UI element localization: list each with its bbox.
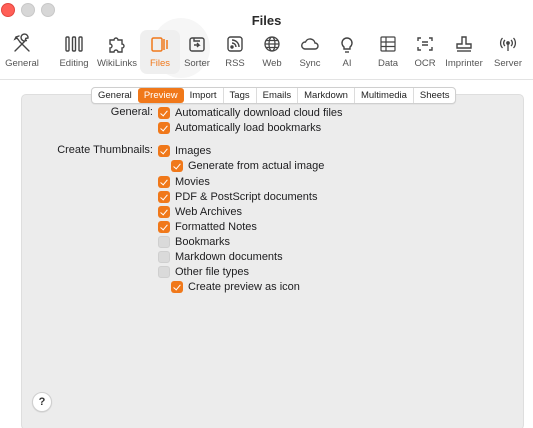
tab-multimedia[interactable]: Multimedia — [353, 88, 413, 103]
title-bar: Files — [0, 0, 533, 28]
option-label: PDF & PostScript documents — [175, 191, 318, 203]
option-generate-from-actual-image[interactable]: Generate from actual image — [171, 158, 324, 174]
option-label: Create preview as icon — [188, 281, 300, 293]
option-label: Bookmarks — [175, 236, 231, 248]
option-movies[interactable]: Movies — [158, 174, 210, 190]
section-tabs: General Preview Import Tags Emails Markd… — [91, 87, 457, 104]
checkbox[interactable] — [158, 107, 170, 119]
option-label: Other file types — [175, 266, 249, 278]
option-formatted-notes[interactable]: Formatted Notes — [158, 219, 257, 235]
toolbar-ai[interactable]: AI — [325, 30, 369, 74]
cloud-icon — [299, 33, 321, 55]
puzzle-icon — [106, 33, 128, 55]
rss-icon — [224, 33, 246, 55]
ocr-scan-icon — [414, 33, 436, 55]
toolbar-imprinter[interactable]: Imprinter — [442, 30, 486, 74]
option-label: Automatically download cloud files — [175, 107, 343, 119]
toolbar-general[interactable]: General — [0, 30, 44, 74]
globe-icon — [261, 33, 283, 55]
tab-tags[interactable]: Tags — [222, 88, 256, 103]
option-web-archives[interactable]: Web Archives — [158, 204, 242, 220]
toolbar-label: Imprinter — [445, 58, 483, 69]
toolbar-label: Server — [494, 58, 522, 69]
checkbox[interactable] — [158, 191, 170, 203]
preferences-toolbar: General Editing WikiLinks Files Sorter R… — [0, 30, 533, 74]
toolbar-ocr[interactable]: OCR — [403, 30, 447, 74]
tab-markdown[interactable]: Markdown — [297, 88, 354, 103]
lightbulb-icon — [336, 33, 358, 55]
checkbox[interactable] — [171, 281, 183, 293]
checkbox[interactable] — [158, 266, 170, 278]
checkbox[interactable] — [158, 206, 170, 218]
sorter-icon — [186, 33, 208, 55]
toolbar-wikilinks[interactable]: WikiLinks — [95, 30, 139, 74]
checkbox[interactable] — [158, 145, 170, 157]
option-label: Movies — [175, 176, 210, 188]
pencils-icon — [63, 33, 85, 55]
toolbar-label: WikiLinks — [96, 58, 138, 69]
tab-emails[interactable]: Emails — [255, 88, 298, 103]
files-icon — [149, 33, 171, 55]
option-create-preview-as-icon[interactable]: Create preview as icon — [171, 279, 300, 295]
toolbar-label: General — [5, 58, 39, 69]
checkbox[interactable] — [158, 122, 170, 134]
option-label: Markdown documents — [175, 251, 283, 263]
tab-sheets[interactable]: Sheets — [412, 88, 456, 103]
checkbox[interactable] — [158, 251, 170, 263]
toolbar-label: AI — [342, 58, 352, 69]
option-label: Web Archives — [175, 206, 243, 218]
option-download-cloud-files[interactable]: Automatically download cloud files — [158, 105, 343, 121]
checkbox[interactable] — [158, 236, 170, 248]
option-other-file-types[interactable]: Other file types — [158, 264, 249, 280]
option-markdown-documents[interactable]: Markdown documents — [158, 249, 283, 265]
help-button[interactable]: ? — [32, 392, 52, 412]
tab-general[interactable]: General — [92, 88, 138, 103]
general-section-label: General: — [110, 106, 153, 118]
stamp-icon — [453, 33, 475, 55]
tab-preview[interactable]: Preview — [137, 88, 184, 103]
option-label: Automatically load bookmarks — [175, 122, 322, 134]
option-bookmarks[interactable]: Bookmarks — [158, 234, 230, 250]
option-label: Generate from actual image — [188, 160, 325, 172]
thumbnails-section-label: Create Thumbnails: — [57, 144, 153, 156]
option-label: Images — [175, 145, 212, 157]
option-load-bookmarks[interactable]: Automatically load bookmarks — [158, 120, 321, 136]
toolbar-server[interactable]: Server — [486, 30, 530, 74]
toolbar-label: OCR — [414, 58, 436, 69]
option-label: Formatted Notes — [175, 221, 257, 233]
data-grid-icon — [377, 33, 399, 55]
option-images[interactable]: Images — [158, 143, 211, 159]
checkbox[interactable] — [171, 160, 183, 172]
checkbox[interactable] — [158, 221, 170, 233]
option-pdf-postscript[interactable]: PDF & PostScript documents — [158, 189, 317, 205]
toolbar-divider — [0, 79, 533, 80]
toolbar-editing[interactable]: Editing — [52, 30, 96, 74]
toolbar-label: Editing — [59, 58, 89, 69]
checkbox[interactable] — [158, 176, 170, 188]
window-title: Files — [251, 13, 282, 28]
preferences-window: Files General Editing WikiLinks Files So… — [0, 0, 533, 428]
tab-import[interactable]: Import — [184, 88, 223, 103]
broadcast-icon — [497, 33, 519, 55]
tools-icon — [11, 33, 33, 55]
